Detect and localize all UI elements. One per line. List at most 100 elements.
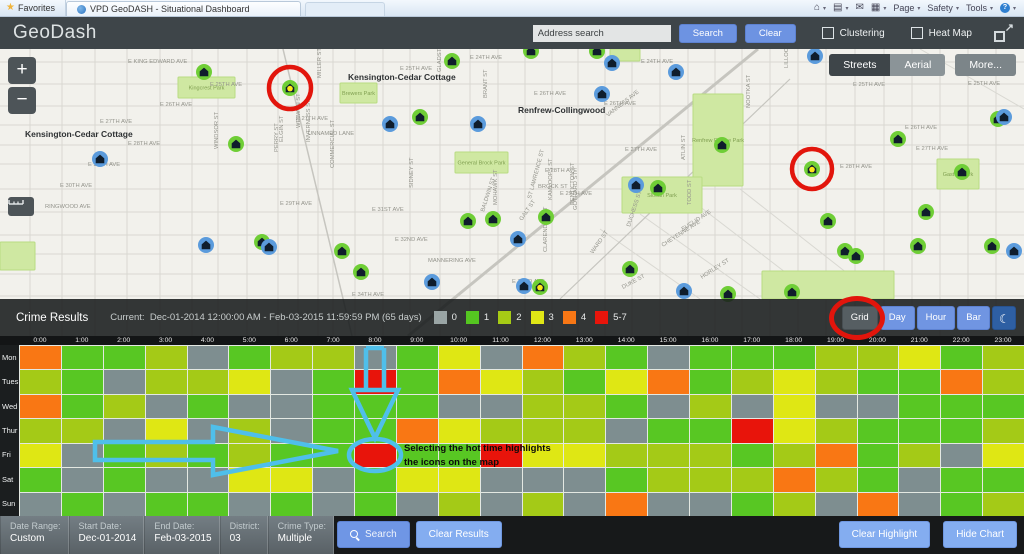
heatmap-cell[interactable] (647, 492, 689, 516)
heatmap-cell[interactable] (145, 369, 187, 393)
heatmap-cell[interactable] (857, 443, 899, 467)
heatmap-cell[interactable] (354, 443, 396, 467)
heatmap-checkbox[interactable] (911, 27, 923, 39)
heatmap-cell[interactable] (647, 394, 689, 418)
heatmap-cell[interactable] (354, 394, 396, 418)
crime-icon-blue[interactable] (92, 151, 108, 167)
crime-icon-blue[interactable] (628, 177, 644, 193)
browser-tab[interactable]: VPD GeoDASH - Situational Dashboard (66, 1, 301, 16)
heatmap-cell[interactable] (563, 418, 605, 442)
heatmap-cell[interactable] (647, 369, 689, 393)
basemap-streets-button[interactable]: Streets (829, 54, 890, 76)
heatmap-cell[interactable] (982, 492, 1024, 516)
heatmap-cell[interactable] (731, 394, 773, 418)
heatmap-cell[interactable] (857, 467, 899, 491)
heatmap-cell[interactable] (270, 467, 312, 491)
heatmap-cell[interactable] (480, 443, 522, 467)
heatmap-cell[interactable] (61, 345, 103, 369)
heatmap-cell[interactable] (19, 492, 61, 516)
heatmap-cell[interactable] (898, 492, 940, 516)
heatmap-cell[interactable] (773, 467, 815, 491)
heatmap-cell[interactable] (689, 345, 731, 369)
heatmap-cell[interactable] (522, 418, 564, 442)
heatmap-cell[interactable] (438, 418, 480, 442)
heatmap-cell[interactable] (19, 345, 61, 369)
help-icon[interactable]: ? (1000, 3, 1010, 13)
heatmap-cell[interactable] (731, 345, 773, 369)
heatmap-cell[interactable] (396, 418, 438, 442)
heatmap-cell[interactable] (19, 369, 61, 393)
crime-icon-highlighted[interactable] (532, 279, 548, 295)
heatmap-cell[interactable] (940, 394, 982, 418)
crime-icon-green[interactable] (538, 209, 554, 225)
heatmap-cell[interactable] (61, 418, 103, 442)
heatmap-cell[interactable] (19, 443, 61, 467)
heatmap-cell[interactable] (605, 492, 647, 516)
heatmap-cell[interactable] (187, 443, 229, 467)
crime-icon-green[interactable] (918, 204, 934, 220)
tools-menu[interactable]: Tools (966, 3, 987, 13)
heatmap-cell[interactable] (982, 443, 1024, 467)
heatmap-cell[interactable] (438, 394, 480, 418)
heatmap-cell[interactable] (563, 345, 605, 369)
heatmap-cell[interactable] (982, 345, 1024, 369)
heatmap-cell[interactable] (605, 394, 647, 418)
crime-icon-highlighted[interactable] (282, 80, 298, 96)
crime-icon-blue[interactable] (470, 116, 486, 132)
heatmap-cell[interactable] (605, 467, 647, 491)
heatmap-cell[interactable] (187, 394, 229, 418)
crime-icon-green[interactable] (228, 136, 244, 152)
crime-icon-green[interactable] (848, 248, 864, 264)
crime-icon-green[interactable] (910, 238, 926, 254)
heatmap-cell[interactable] (940, 418, 982, 442)
crime-icon-blue[interactable] (1006, 243, 1022, 259)
heatmap-cell[interactable] (270, 443, 312, 467)
heatmap-cell[interactable] (857, 394, 899, 418)
heatmap-cell[interactable] (228, 369, 270, 393)
heatmap-cell[interactable] (982, 394, 1024, 418)
heatmap-cell[interactable] (438, 345, 480, 369)
crime-icon-green[interactable] (353, 264, 369, 280)
heatmap-cell[interactable] (605, 345, 647, 369)
heatmap-cell[interactable] (396, 467, 438, 491)
heatmap-cell[interactable] (270, 345, 312, 369)
crime-icon-green[interactable] (622, 261, 638, 277)
heatmap-cell[interactable] (270, 369, 312, 393)
heatmap-cell[interactable] (354, 369, 396, 393)
heatmap-cell[interactable] (270, 418, 312, 442)
heatmap-cell[interactable] (354, 418, 396, 442)
heatmap-cell[interactable] (857, 492, 899, 516)
clear-results-button[interactable]: Clear Results (416, 521, 502, 548)
heatmap-cell[interactable] (940, 443, 982, 467)
clear-highlight-button[interactable]: Clear Highlight (839, 521, 931, 548)
crime-icon-blue[interactable] (996, 109, 1012, 125)
heatmap-cell[interactable] (563, 443, 605, 467)
query-search-button[interactable]: Search (337, 521, 410, 548)
clustering-checkbox[interactable] (822, 27, 834, 39)
heatmap-cell[interactable] (312, 369, 354, 393)
heatmap-cell[interactable] (522, 345, 564, 369)
crime-icon-blue[interactable] (382, 116, 398, 132)
crime-icon-blue[interactable] (516, 278, 532, 294)
page-menu[interactable]: Page (893, 3, 914, 13)
zoom-out-button[interactable]: − (8, 87, 36, 114)
crime-icon-green[interactable] (714, 137, 730, 153)
basemap-more-button[interactable]: More... (955, 54, 1016, 76)
heatmap-cell[interactable] (103, 443, 145, 467)
crime-icon-green[interactable] (820, 213, 836, 229)
heatmap-cell[interactable] (312, 394, 354, 418)
heatmap-cell[interactable] (563, 492, 605, 516)
heatmap-cell[interactable] (270, 394, 312, 418)
heatmap-cell[interactable] (773, 345, 815, 369)
heatmap-cell[interactable] (396, 394, 438, 418)
heatmap-cell[interactable] (61, 492, 103, 516)
heatmap-cell[interactable] (731, 467, 773, 491)
heatmap-cell[interactable] (940, 492, 982, 516)
heatmap-cell[interactable] (61, 443, 103, 467)
heatmap-cell[interactable] (731, 369, 773, 393)
crime-icon-blue[interactable] (424, 274, 440, 290)
address-search-input[interactable] (533, 25, 671, 42)
heatmap-grid[interactable]: MonTuesWedThurFriSatSun (0, 345, 1024, 516)
heatmap-cell[interactable] (982, 369, 1024, 393)
crime-icon-green[interactable] (984, 238, 1000, 254)
